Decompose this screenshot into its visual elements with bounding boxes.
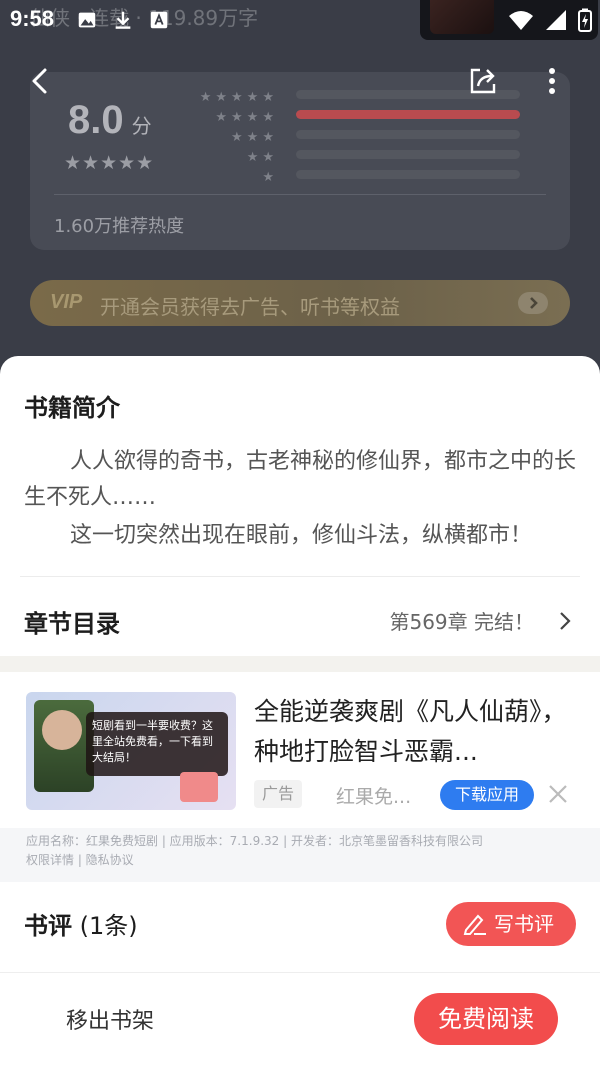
chevron-right-icon xyxy=(560,612,571,630)
status-time: 9:58 xyxy=(10,6,55,31)
ad-tag: 广告 xyxy=(254,780,303,808)
ad-privacy-links[interactable]: 权限详情 | 隐私协议 xyxy=(26,851,574,870)
reviews-title: 书评 (1条) xyxy=(24,906,138,941)
reviews-count: (1条) xyxy=(79,912,138,940)
wifi-icon xyxy=(509,11,533,30)
free-read-button[interactable]: 免费阅读 xyxy=(414,993,558,1045)
reviews-label: 书评 xyxy=(24,912,72,940)
toc-status: 第569章 完结！ xyxy=(389,610,534,634)
dist-stars-3: ★★★ xyxy=(231,130,278,145)
book-detail-sheet: 书籍简介 人人欲得的奇书，古老神秘的修仙界，都市之中的长生不死人…… 这一切突然… xyxy=(0,356,600,1066)
rating-distribution-bars xyxy=(296,90,520,190)
score-value: 8.0 xyxy=(68,98,124,142)
more-vertical-icon[interactable] xyxy=(541,66,563,96)
dist-bar-3 xyxy=(296,130,520,139)
chevron-right-icon xyxy=(518,292,548,314)
dist-stars-1: ★ xyxy=(262,170,278,185)
vip-logo: VIP xyxy=(50,291,83,313)
remove-from-shelf-button[interactable]: 移出书架 xyxy=(66,1003,154,1035)
vip-banner[interactable]: VIP 开通会员获得去广告、听书等权益 xyxy=(30,280,570,326)
share-icon[interactable] xyxy=(466,64,500,98)
ad-image: 短剧看到一半要收费？这里全站免费看，一下看到大结局！ xyxy=(26,692,236,810)
ad-meta: 应用名称：红果免费短剧 | 应用版本：7.1.9.32 | 开发者：北京笔墨留香… xyxy=(0,828,600,882)
rating-score: 8.0 分 xyxy=(68,98,152,143)
nav-bar xyxy=(0,58,600,104)
vip-banner-text: 开通会员获得去广告、听书等权益 xyxy=(100,295,400,319)
dist-bar-2 xyxy=(296,150,520,159)
download-icon xyxy=(115,11,131,29)
signal-icon xyxy=(546,10,566,30)
score-stars: ★★★★★ xyxy=(64,152,155,174)
dist-stars-4: ★★★★ xyxy=(215,110,278,125)
download-app-button[interactable]: 下载应用 xyxy=(440,780,534,810)
ad-image-bubble: 短剧看到一半要收费？这里全站免费看，一下看到大结局！ xyxy=(86,712,228,776)
intro-title: 书籍简介 xyxy=(24,394,120,422)
close-icon[interactable] xyxy=(548,784,568,804)
ad-image-face xyxy=(42,710,82,750)
gift-icon xyxy=(180,772,218,802)
intro-paragraph: 人人欲得的奇书，古老神秘的修仙界，都市之中的长生不死人…… xyxy=(24,449,577,510)
toc-title: 章节目录 xyxy=(24,610,120,638)
divider xyxy=(20,576,580,577)
dist-bar-1 xyxy=(296,170,520,179)
back-arrow-icon[interactable] xyxy=(28,66,52,96)
dist-bar-4 xyxy=(296,110,520,119)
status-bar: 仙侠 · 连载 · 119.89万字 9:58 xyxy=(0,0,600,40)
intro-paragraph: 这一切突然出现在眼前，修仙斗法，纵横都市！ xyxy=(70,523,533,548)
write-review-label: 写书评 xyxy=(494,912,554,936)
ad-card[interactable]: 短剧看到一半要收费？这里全站免费看，一下看到大结局！ 全能逆袭爽剧《凡人仙葫》，… xyxy=(0,672,600,882)
dist-stars-2: ★★ xyxy=(246,150,278,165)
image-icon xyxy=(78,12,96,28)
text-a-icon xyxy=(150,11,168,29)
pen-icon xyxy=(463,914,486,935)
write-review-button[interactable]: 写书评 xyxy=(446,902,576,946)
status-left-icons xyxy=(76,9,170,31)
ad-source: 红果免... xyxy=(336,786,412,808)
recommend-heat: 1.60万推荐热度 xyxy=(54,216,185,237)
card-divider xyxy=(54,194,546,195)
book-detail-header: 仙侠 · 连载 · 119.89万字 9:58 8.0 分 ★★★★★ ★★★★… xyxy=(0,0,600,380)
bottom-action-bar: 移出书架 免费阅读 xyxy=(0,973,600,1066)
section-gap xyxy=(0,656,600,672)
battery-charging-icon xyxy=(578,8,592,32)
status-right-icons xyxy=(508,8,592,32)
score-unit: 分 xyxy=(131,114,152,138)
ad-meta-line: 应用名称：红果免费短剧 | 应用版本：7.1.9.32 | 开发者：北京笔墨留香… xyxy=(26,834,483,848)
ad-title: 全能逆袭爽剧《凡人仙葫》，种地打脸智斗恶霸... xyxy=(254,697,567,766)
